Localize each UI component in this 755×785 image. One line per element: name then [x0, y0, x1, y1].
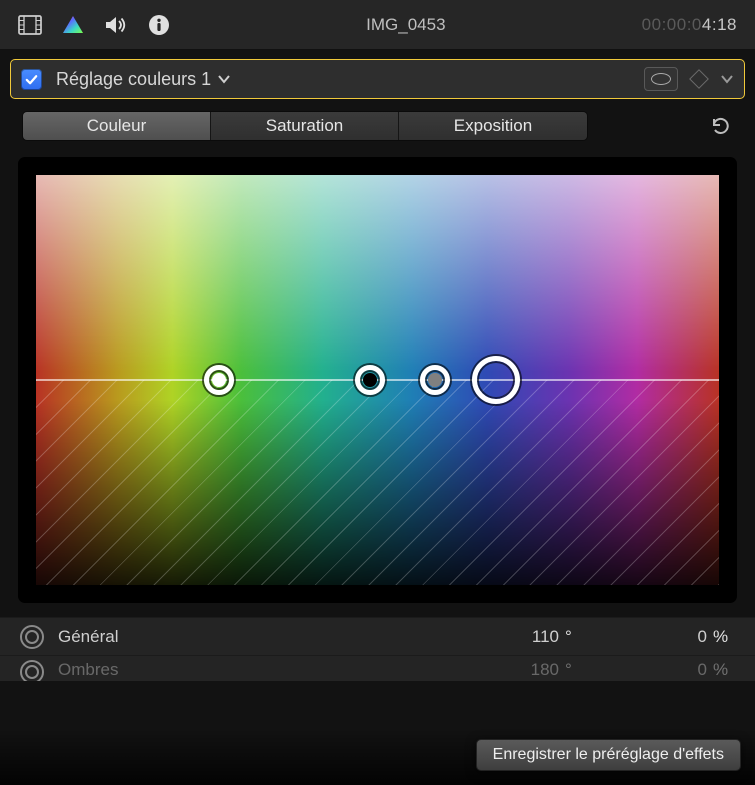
effect-title-dropdown[interactable]: Réglage couleurs 1 — [56, 69, 231, 90]
timecode-emph: 4:18 — [702, 15, 737, 34]
clip-title: IMG_0453 — [170, 15, 642, 35]
color-prism-icon[interactable] — [62, 15, 84, 35]
param-value-1[interactable]: 180 — [489, 660, 559, 680]
chevron-down-icon — [217, 74, 231, 84]
puck-midtones[interactable] — [420, 365, 450, 395]
volume-icon[interactable] — [104, 15, 128, 35]
effect-header-bar[interactable]: Réglage couleurs 1 — [10, 59, 745, 99]
tab-couleur[interactable]: Couleur — [23, 112, 211, 140]
param-unit-1: ° — [559, 660, 587, 680]
ellipse-icon — [651, 73, 671, 85]
param-label: Ombres — [58, 660, 489, 680]
expand-chevron-down-icon[interactable] — [720, 74, 734, 84]
puck-shadows[interactable] — [355, 365, 385, 395]
reset-button[interactable] — [707, 113, 733, 139]
tab-row: Couleur Saturation Exposition — [0, 99, 755, 151]
param-unit-2: % — [707, 627, 735, 647]
tab-exposition[interactable]: Exposition — [399, 112, 587, 140]
disclosure-icon[interactable] — [20, 660, 44, 681]
puck-global[interactable] — [204, 365, 234, 395]
disclosure-icon[interactable] — [20, 625, 44, 649]
param-unit-1: ° — [559, 627, 587, 647]
param-value-2[interactable]: 0 — [637, 660, 707, 680]
param-label: Général — [58, 627, 489, 647]
inspector-header: IMG_0453 00:00:04:18 — [0, 0, 755, 50]
param-value-2[interactable]: 0 — [637, 627, 707, 647]
tab-saturation[interactable]: Saturation — [211, 112, 399, 140]
reset-arrow-icon — [709, 115, 731, 137]
timecode: 00:00:04:18 — [642, 15, 737, 35]
param-value-1[interactable]: 110 — [489, 627, 559, 647]
info-icon[interactable] — [148, 14, 170, 36]
timecode-dim: 00:00:0 — [642, 15, 702, 34]
effect-title-label: Réglage couleurs 1 — [56, 69, 211, 90]
save-effects-preset-button[interactable]: Enregistrer le préréglage d'effets — [476, 739, 741, 771]
effect-enabled-checkbox[interactable] — [21, 69, 42, 90]
param-row-partial[interactable]: Ombres 180 ° 0 % — [0, 655, 755, 681]
inspector-header-icons — [18, 14, 170, 36]
param-row-general[interactable]: Général 110 ° 0 % — [0, 617, 755, 655]
puck-highlights[interactable] — [472, 356, 520, 404]
mask-button[interactable] — [644, 67, 678, 91]
color-board[interactable] — [18, 157, 737, 603]
keyframe-diamond-icon[interactable] — [689, 69, 709, 89]
color-board-tabs: Couleur Saturation Exposition — [22, 111, 588, 141]
param-unit-2: % — [707, 660, 735, 680]
filmstrip-icon[interactable] — [18, 15, 42, 35]
color-board-container — [18, 157, 737, 603]
